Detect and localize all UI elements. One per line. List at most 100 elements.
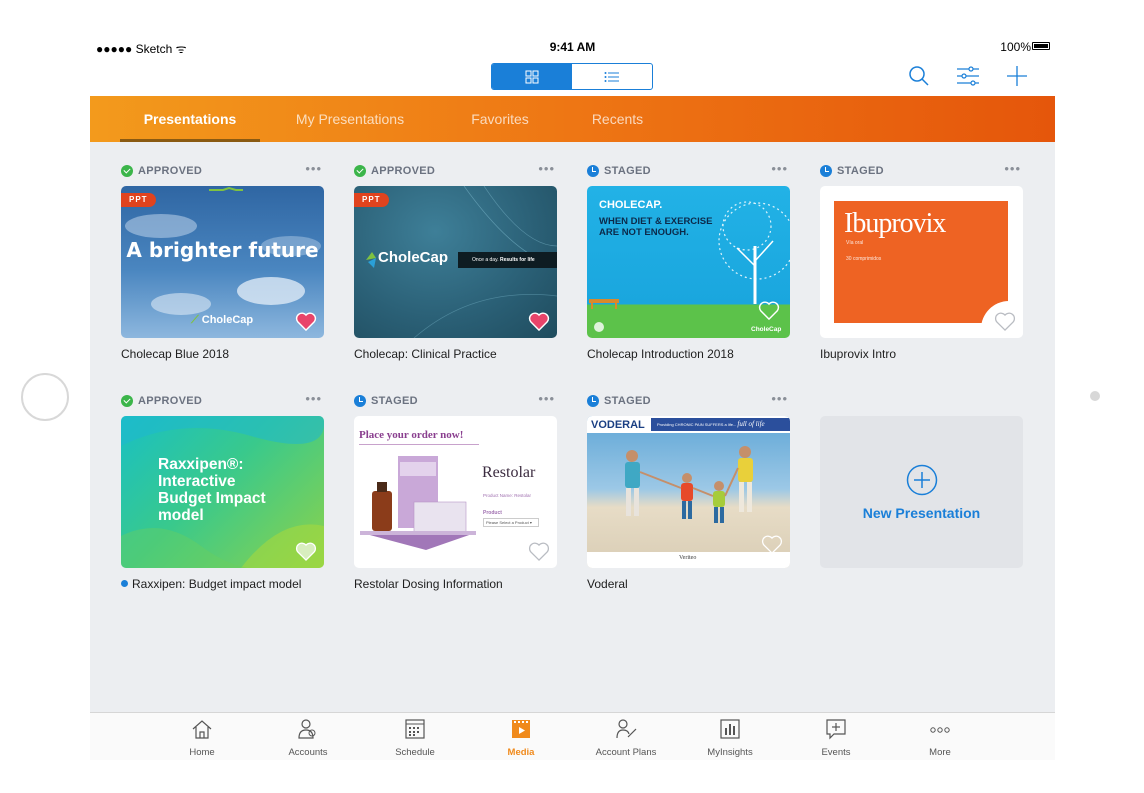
tab-label: Accounts: [288, 747, 328, 758]
new-presentation-tile[interactable]: New Presentation: [820, 416, 1023, 568]
tab-presentations[interactable]: Presentations: [120, 96, 260, 142]
filter-icon[interactable]: [956, 64, 980, 88]
status-label: APPROVED: [121, 393, 202, 409]
tab-accounts[interactable]: Accounts: [258, 713, 358, 760]
list-view-button[interactable]: [572, 64, 652, 89]
tab-account-plans[interactable]: Account Plans: [576, 713, 676, 760]
tab-my-presentations[interactable]: My Presentations: [275, 96, 425, 142]
tab-events[interactable]: Events: [786, 713, 886, 760]
library-tabs: Presentations My Presentations Favorites…: [90, 96, 1055, 142]
thumb-product-name: Product Name: Restolar: [483, 493, 532, 498]
thumb-sub-1: Vía oral: [846, 240, 864, 246]
presentation-title[interactable]: Voderal: [587, 577, 628, 591]
list-icon: [604, 71, 619, 82]
more-options-button[interactable]: •••: [538, 162, 555, 175]
thumb-sub-2: 30 comprimidos: [846, 256, 882, 262]
view-mode-toggle: [491, 63, 653, 90]
tab-myinsights[interactable]: MyInsights: [680, 713, 780, 760]
favorite-heart-icon[interactable]: [528, 311, 550, 331]
thumb-headline: A brighter future: [126, 238, 319, 262]
status-label: STAGED: [820, 163, 884, 179]
presentation-title[interactable]: Cholecap Blue 2018: [121, 347, 229, 361]
brand-logo: ⟋ CholeCap: [191, 314, 254, 326]
tab-label: Schedule: [395, 747, 435, 758]
tab-schedule[interactable]: Schedule: [365, 713, 465, 760]
more-options-button[interactable]: •••: [771, 162, 788, 175]
thumb-footer: Veriteo: [679, 555, 697, 561]
tagline-bar: Once a day. Results for life: [458, 252, 557, 268]
presentation-title[interactable]: Ibuprovix Intro: [820, 347, 896, 361]
tab-recents[interactable]: Recents: [570, 96, 665, 142]
tab-home[interactable]: Home: [152, 713, 252, 760]
thumb-brand: Restolar: [482, 464, 536, 481]
favorite-heart-icon[interactable]: [761, 534, 783, 554]
search-icon[interactable]: [907, 64, 931, 88]
battery-icon: [1032, 42, 1050, 50]
thumb-product-label: Product: [483, 510, 502, 516]
thumb-text: Raxxipen®: Interactive Budget Impact mod…: [158, 456, 266, 524]
thumbnail[interactable]: VODERAL Providing CHRONIC PAIN SUFFERS a…: [587, 416, 790, 568]
thumbnail[interactable]: A brighter future ⟋ CholeCap PPT: [121, 186, 324, 338]
favorite-heart-icon[interactable]: [528, 541, 550, 561]
more-options-button[interactable]: •••: [305, 162, 322, 175]
status-label: APPROVED: [354, 163, 435, 179]
events-icon: [826, 719, 846, 740]
product-illustration: [360, 456, 476, 550]
thumbnail[interactable]: CholeCap Once a day. Results for life PP…: [354, 186, 557, 338]
favorite-heart-icon[interactable]: [295, 541, 317, 561]
thumbnail[interactable]: CHOLECAP. WHEN DIET & EXERCISE ARE NOT E…: [587, 186, 790, 338]
thumbnail[interactable]: Ibuprovix Vía oral 30 comprimidos: [820, 186, 1023, 338]
presentation-title[interactable]: Raxxipen: Budget impact model: [121, 577, 301, 591]
thumb-line-3: ARE NOT ENOUGH.: [599, 227, 689, 238]
more-options-button[interactable]: •••: [771, 392, 788, 405]
more-options-button[interactable]: •••: [1004, 162, 1021, 175]
approved-icon: [121, 395, 133, 407]
ppt-badge: PPT: [121, 193, 156, 207]
calendar-icon: [405, 719, 425, 739]
favorite-heart-icon[interactable]: [994, 311, 1016, 331]
thumb-line-2: WHEN DIET & EXERCISE: [599, 216, 713, 227]
staged-clock-icon: [354, 395, 366, 407]
status-text: APPROVED: [138, 165, 203, 177]
tab-more[interactable]: More: [890, 713, 990, 760]
tab-media[interactable]: Media: [471, 713, 571, 760]
tab-label: More: [929, 747, 951, 758]
brand-logo: CholeCap: [751, 326, 782, 333]
status-text: APPROVED: [138, 395, 203, 407]
tab-label: Home: [189, 747, 215, 758]
insights-icon: [720, 719, 740, 739]
hardware-home-button: [21, 373, 69, 421]
presentation-title[interactable]: Cholecap Introduction 2018: [587, 347, 734, 361]
staged-clock-icon: [820, 165, 832, 177]
thumb-select: Please Select a Product ▾: [483, 518, 539, 527]
thumbnail[interactable]: Raxxipen®: Interactive Budget Impact mod…: [121, 416, 324, 568]
add-circle-icon: [906, 464, 938, 496]
unread-indicator: [121, 580, 128, 587]
tab-label: Account Plans: [595, 747, 657, 758]
status-bar: ●●●●● Sketch ᯤ 9:41 AM 100%: [90, 36, 1055, 56]
more-options-button[interactable]: •••: [538, 392, 555, 405]
thumb-line-1: CHOLECAP.: [599, 199, 663, 211]
status-text: STAGED: [604, 395, 651, 407]
bottom-tab-bar: Home Accounts Schedule Media Account Pla…: [90, 712, 1055, 760]
account-plans-icon: [616, 719, 637, 739]
favorite-heart-icon[interactable]: [758, 300, 780, 320]
favorite-heart-icon[interactable]: [295, 311, 317, 331]
presentation-title[interactable]: Cholecap: Clinical Practice: [354, 347, 497, 361]
tab-label: Media: [507, 747, 535, 758]
tab-favorites[interactable]: Favorites: [450, 96, 550, 142]
status-label: STAGED: [587, 393, 651, 409]
presentation-title[interactable]: Restolar Dosing Information: [354, 577, 503, 591]
tab-label: Events: [821, 747, 851, 758]
clock: 9:41 AM: [549, 40, 596, 54]
status-text: STAGED: [837, 165, 884, 177]
ppt-badge: PPT: [354, 193, 389, 207]
status-label: STAGED: [354, 393, 418, 409]
add-icon[interactable]: [1005, 64, 1029, 88]
grid-view-button[interactable]: [492, 64, 572, 89]
family-beach-photo: [587, 446, 790, 568]
more-options-button[interactable]: •••: [305, 392, 322, 405]
new-presentation-label: New Presentation: [862, 505, 981, 521]
brand-logo: CholeCap: [378, 249, 449, 266]
thumbnail[interactable]: Place your order now! Restolar Product N…: [354, 416, 557, 568]
